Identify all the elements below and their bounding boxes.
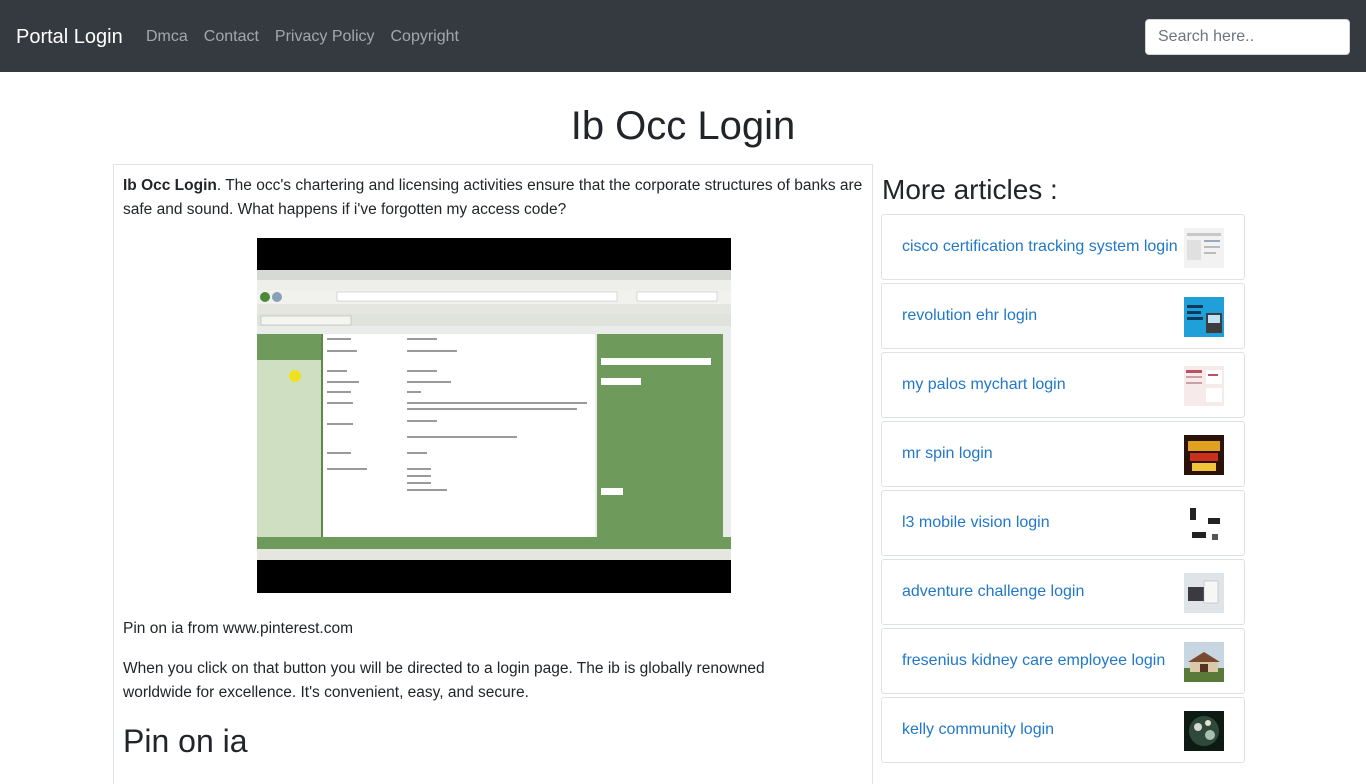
body-paragraph: When you click on that button you will b…: [123, 660, 765, 701]
nav-link-dmca[interactable]: Dmca: [146, 26, 188, 48]
sidebar-article-card[interactable]: revolution ehr login: [881, 283, 1245, 349]
article-thumbnail: [1184, 711, 1224, 751]
intro-paragraph: Ib Occ Login. The occ's chartering and l…: [123, 174, 863, 222]
sidebar-article-card[interactable]: cisco certification tracking system logi…: [881, 214, 1245, 280]
sidebar-article-link[interactable]: mr spin login: [902, 443, 993, 465]
sidebar-article-card[interactable]: adventure challenge login: [881, 559, 1245, 625]
sidebar-article-link[interactable]: kelly community login: [902, 719, 1054, 741]
nav-link-privacy-policy[interactable]: Privacy Policy: [275, 26, 375, 48]
search-input[interactable]: [1145, 19, 1350, 55]
nav-links: Dmca Contact Privacy Policy Copyright: [146, 26, 475, 48]
article-thumbnail: [1184, 366, 1224, 406]
sidebar-article-card[interactable]: mr spin login: [881, 421, 1245, 487]
article-thumbnail: [1184, 297, 1224, 337]
sidebar-article-link[interactable]: revolution ehr login: [902, 305, 1037, 327]
brand-link[interactable]: Portal Login: [16, 24, 123, 50]
article-image[interactable]: [257, 238, 731, 593]
nav-link-contact[interactable]: Contact: [204, 26, 259, 48]
sidebar-article-link[interactable]: cisco certification tracking system logi…: [902, 236, 1178, 258]
nav-link-copyright[interactable]: Copyright: [391, 26, 459, 48]
sidebar-article-link[interactable]: adventure challenge login: [902, 581, 1084, 603]
intro-text: . The occ's chartering and licensing act…: [123, 177, 863, 218]
sidebar-article-card[interactable]: fresenius kidney care employee login: [881, 628, 1245, 694]
screenshot-thumbnail: [257, 238, 731, 593]
sidebar-article-card[interactable]: kelly community login: [881, 697, 1245, 763]
article-thumbnail: [1184, 504, 1224, 544]
sidebar-article-link[interactable]: l3 mobile vision login: [902, 512, 1050, 534]
article-thumbnail: [1184, 228, 1224, 268]
sidebar-article-card[interactable]: l3 mobile vision login: [881, 490, 1245, 556]
article-thumbnail: [1184, 573, 1224, 613]
article-content: Ib Occ Login. The occ's chartering and l…: [113, 164, 873, 784]
image-caption: Pin on ia from www.pinterest.com: [123, 620, 354, 637]
article-thumbnail: [1184, 642, 1224, 682]
sidebar-title: More articles :: [882, 174, 1058, 205]
sidebar-article-card[interactable]: my palos mychart login: [881, 352, 1245, 418]
sidebar-article-link[interactable]: my palos mychart login: [902, 374, 1066, 396]
page-title: Ib Occ Login: [570, 104, 796, 148]
section-heading: Pin on ia: [123, 723, 248, 759]
navbar: Portal Login Dmca Contact Privacy Policy…: [0, 0, 1366, 72]
sidebar-article-link[interactable]: fresenius kidney care employee login: [902, 650, 1165, 672]
intro-bold: Ib Occ Login: [123, 177, 217, 194]
article-thumbnail: [1184, 435, 1224, 475]
